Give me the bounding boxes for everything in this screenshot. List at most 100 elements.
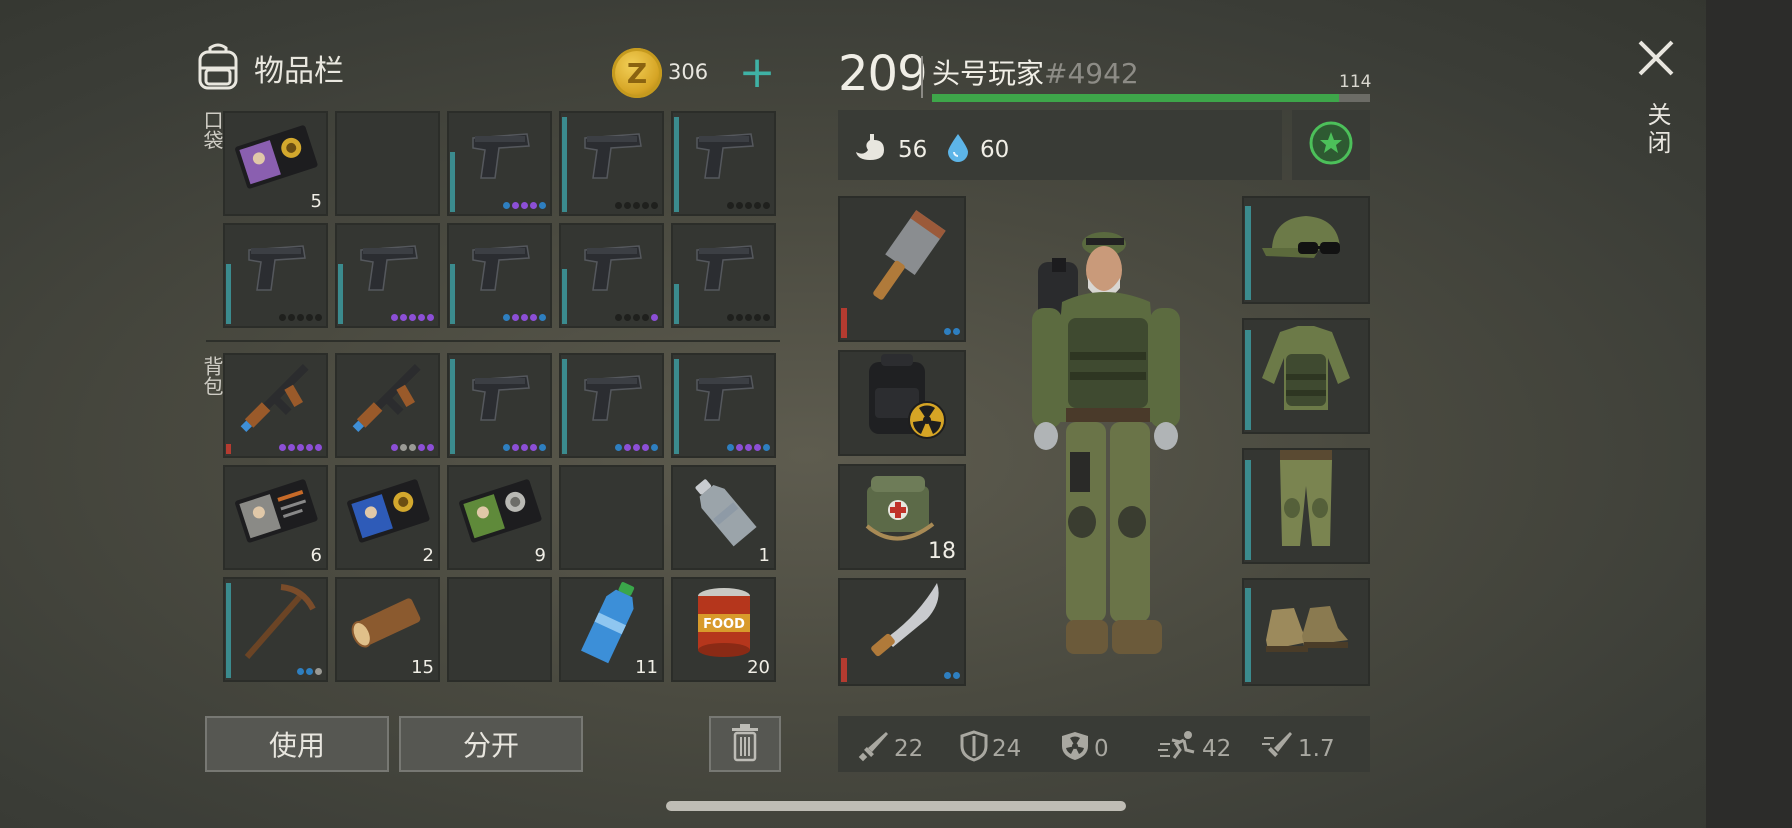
inventory-slot[interactable] — [447, 111, 552, 216]
item-quantity: 2 — [422, 545, 434, 566]
inventory-slot[interactable] — [223, 577, 328, 682]
pistol-icon — [577, 370, 647, 430]
running-man-icon — [1158, 730, 1198, 768]
attack-speed-icon — [1262, 730, 1294, 768]
attack-speed-stat: 1.7 — [1262, 730, 1335, 768]
inventory-slot[interactable] — [335, 223, 440, 328]
character-model — [1010, 222, 1210, 682]
radiation-value: 0 — [1094, 736, 1109, 762]
attack-value: 22 — [894, 736, 924, 762]
rarity-dots — [727, 444, 770, 451]
star-badge-icon — [1308, 120, 1354, 170]
split-button[interactable]: 分开 — [399, 716, 583, 772]
camo-pants-icon — [1266, 448, 1346, 554]
defense-stat: 24 — [960, 730, 1021, 768]
use-button[interactable]: 使用 — [205, 716, 389, 772]
pistol-icon — [689, 128, 759, 188]
item-quantity: 6 — [310, 545, 322, 566]
item-quantity: 5 — [310, 191, 322, 212]
right-edge-band — [1706, 0, 1792, 828]
assault-rifle-icon — [231, 353, 321, 447]
rarity-dots — [615, 444, 658, 451]
rarity-dots — [391, 314, 434, 321]
perk-badge-button[interactable] — [1292, 110, 1370, 180]
boots-icon — [1258, 590, 1354, 664]
inventory-slot[interactable]: 1 — [671, 465, 776, 570]
inventory-slot[interactable] — [223, 353, 328, 458]
item-quantity: 1 — [758, 545, 770, 566]
backpack-grid: 6 2 9 1 15 11 FOOD 20 — [223, 353, 776, 682]
item-quantity: 9 — [534, 545, 546, 566]
rarity-dots — [297, 668, 322, 675]
radiation-shield-icon — [1060, 730, 1090, 768]
inventory-slot[interactable]: 5 — [223, 111, 328, 216]
inventory-slot[interactable] — [559, 111, 664, 216]
close-button[interactable] — [1634, 36, 1678, 80]
sword-icon — [858, 730, 890, 768]
radiation-backpack-icon — [857, 350, 947, 448]
inventory-slot[interactable] — [559, 223, 664, 328]
inventory-slot[interactable] — [335, 353, 440, 458]
rarity-dots — [279, 314, 322, 321]
speed-stat: 42 — [1158, 730, 1231, 768]
inventory-slot[interactable]: 2 — [335, 465, 440, 570]
secondary-weapon-slot[interactable] — [838, 578, 966, 686]
trash-button[interactable] — [709, 716, 781, 772]
food-value: 56 — [898, 137, 928, 163]
player-level: 209 — [838, 46, 928, 102]
section-divider — [206, 340, 780, 342]
player-tag: #4942 — [1044, 57, 1139, 90]
water-value: 60 — [980, 137, 1010, 163]
inventory-slot[interactable] — [671, 223, 776, 328]
camo-cap-sunglasses-icon — [1258, 208, 1354, 282]
inventory-slot[interactable] — [447, 223, 552, 328]
inventory-slot[interactable] — [223, 223, 328, 328]
machete-icon — [857, 578, 947, 677]
torso-slot[interactable] — [1242, 318, 1370, 434]
pistol-icon — [465, 128, 535, 188]
radiation-stat: 0 — [1060, 730, 1109, 768]
trash-icon — [730, 722, 760, 766]
xp-bar — [932, 94, 1370, 102]
xp-value: 114 — [1339, 72, 1372, 92]
inventory-slot[interactable]: 15 — [335, 577, 440, 682]
add-coins-button[interactable]: + — [734, 50, 780, 96]
rarity-dots — [503, 444, 546, 451]
legs-slot[interactable] — [1242, 448, 1370, 564]
shield-icon — [960, 730, 988, 768]
camo-jacket-vest-icon — [1258, 318, 1354, 422]
assault-rifle-icon — [343, 353, 433, 447]
inventory-slot-empty[interactable] — [335, 111, 440, 216]
feet-slot[interactable] — [1242, 578, 1370, 686]
inventory-slot[interactable] — [671, 353, 776, 458]
inventory-slot[interactable] — [559, 353, 664, 458]
head-slot[interactable] — [1242, 196, 1370, 304]
inventory-slot[interactable]: 11 — [559, 577, 664, 682]
weapon-slot-melee[interactable] — [838, 196, 966, 342]
inventory-slot[interactable]: 6 — [223, 465, 328, 570]
backpack-slot[interactable] — [838, 350, 966, 456]
speed-value: 42 — [1202, 736, 1232, 762]
close-label[interactable]: 关闭 — [1640, 102, 1675, 158]
inventory-slot-empty[interactable] — [447, 577, 552, 682]
rarity-dots — [944, 672, 960, 679]
badge-card-green-icon — [457, 475, 543, 549]
rarity-dots — [503, 314, 546, 321]
id-card-gray-icon — [233, 475, 319, 549]
inventory-slot[interactable] — [671, 111, 776, 216]
pistol-icon — [689, 240, 759, 300]
svg-text:FOOD: FOOD — [703, 617, 745, 632]
water-stat: 60 — [946, 132, 1009, 168]
inventory-slot-empty[interactable] — [559, 465, 664, 570]
rarity-dots — [615, 202, 658, 209]
backpack-icon — [192, 40, 244, 96]
inventory-slot[interactable]: 9 — [447, 465, 552, 570]
home-indicator[interactable] — [666, 801, 1126, 811]
close-icon — [1634, 40, 1678, 84]
cleaver-icon — [857, 205, 947, 319]
inventory-slot[interactable] — [447, 353, 552, 458]
medkit-slot[interactable]: 18 — [838, 464, 966, 570]
inventory-slot[interactable]: FOOD 20 — [671, 577, 776, 682]
coin-count: 306 — [668, 60, 709, 84]
pistol-icon — [465, 370, 535, 430]
